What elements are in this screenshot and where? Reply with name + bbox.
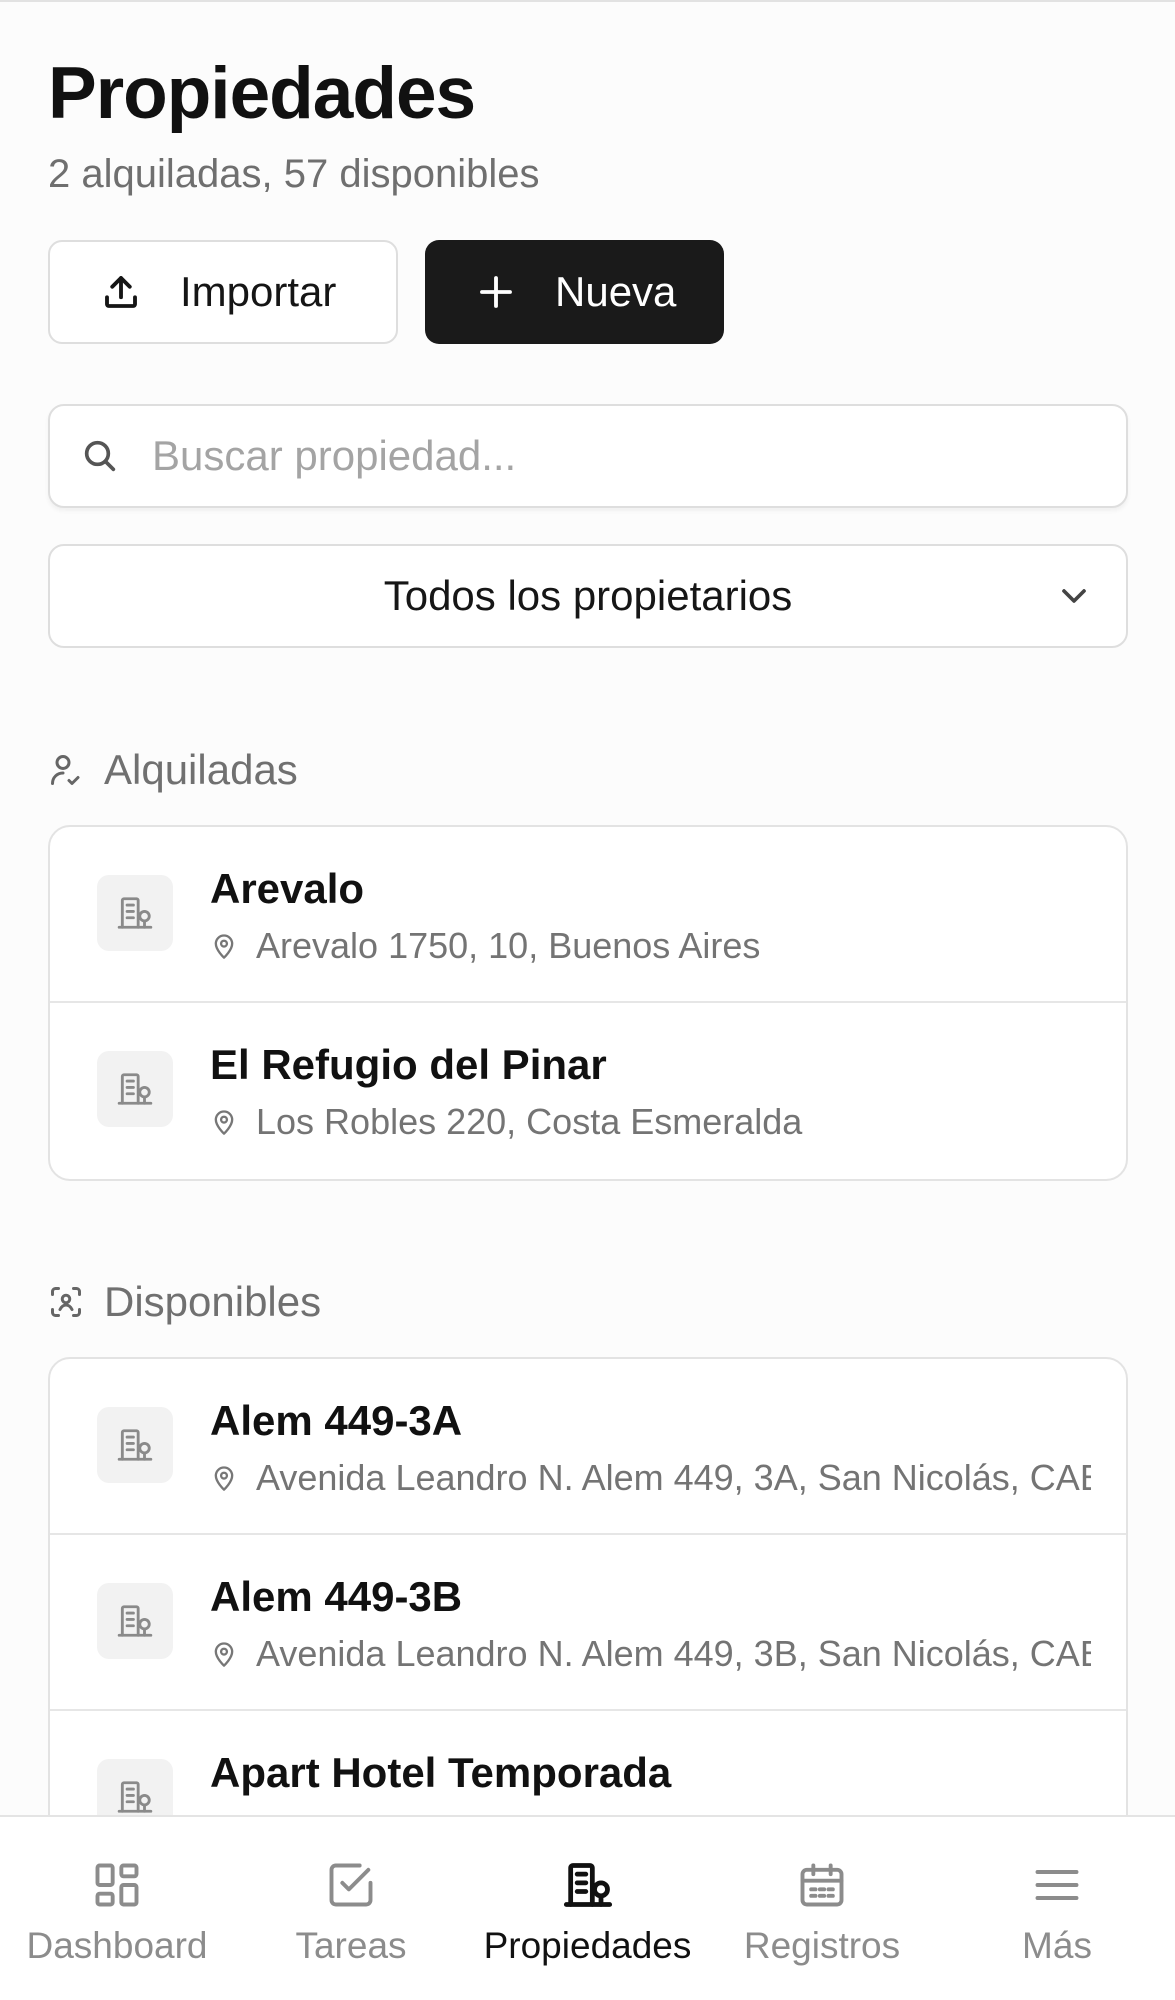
building-icon <box>97 1407 173 1483</box>
property-address-text: Avenida Leandro N. Alem 449, 3A, San Nic… <box>256 1457 1091 1498</box>
user-check-icon <box>48 752 84 788</box>
menu-icon <box>1031 1859 1083 1911</box>
property-row[interactable]: Arevalo Arevalo 1750, 10, Buenos Aires <box>50 827 1126 1003</box>
property-name: El Refugio del Pinar <box>210 1041 607 1088</box>
property-address-text: Avenida Leandro N. Alem 449, 3B, San Nic… <box>256 1633 1091 1674</box>
property-name: Apart Hotel Temporada <box>210 1749 672 1796</box>
nav-item-properties[interactable]: Propiedades <box>470 1817 705 2000</box>
top-divider <box>0 0 1175 2</box>
bottom-navigation: Dashboard Tareas Propiedades Registros M… <box>0 1815 1175 2000</box>
section-header-available: Disponibles <box>48 1278 321 1326</box>
property-address: Arevalo 1750, 10, Buenos Aires <box>210 925 1126 967</box>
nav-label: Más <box>1022 1925 1092 1966</box>
property-name: Alem 449-3A <box>210 1397 463 1444</box>
rented-properties-list: Arevalo Arevalo 1750, 10, Buenos Aires E… <box>48 825 1128 1181</box>
building-icon <box>97 1583 173 1659</box>
page-subtitle: 2 alquiladas, 57 disponibles <box>48 152 540 196</box>
nav-label: Registros <box>743 1925 901 1966</box>
new-property-button[interactable]: Nueva <box>425 240 724 344</box>
calendar-icon <box>796 1859 848 1911</box>
available-properties-list: Alem 449-3A Avenida Leandro N. Alem 449,… <box>48 1357 1128 1877</box>
property-address-text: Arevalo 1750, 10, Buenos Aires <box>256 925 761 966</box>
property-address: Avenida Leandro N. Alem 449, 3B, San Nic… <box>210 1633 1126 1675</box>
nav-item-dashboard[interactable]: Dashboard <box>17 1817 217 2000</box>
property-name: Arevalo <box>210 865 365 912</box>
nav-item-more[interactable]: Más <box>957 1817 1157 2000</box>
section-title-rented: Alquiladas <box>104 746 298 793</box>
location-pin-icon <box>210 1640 238 1668</box>
dashboard-icon <box>91 1859 143 1911</box>
property-address: Los Robles 220, Costa Esmeralda <box>210 1101 1126 1143</box>
upload-icon <box>100 271 142 313</box>
section-header-rented: Alquiladas <box>48 746 298 794</box>
building-icon <box>562 1859 614 1911</box>
nav-label: Tareas <box>295 1925 407 1966</box>
property-row[interactable]: Alem 449-3B Avenida Leandro N. Alem 449,… <box>50 1535 1126 1711</box>
nav-item-records[interactable]: Registros <box>722 1817 922 2000</box>
location-pin-icon <box>210 1464 238 1492</box>
section-title-available: Disponibles <box>104 1278 322 1325</box>
property-row[interactable]: Alem 449-3A Avenida Leandro N. Alem 449,… <box>50 1359 1126 1535</box>
location-pin-icon <box>210 1108 238 1136</box>
location-pin-icon <box>210 932 238 960</box>
property-name: Alem 449-3B <box>210 1573 463 1620</box>
checkbox-icon <box>325 1859 377 1911</box>
property-address: Avenida Leandro N. Alem 449, 3A, San Nic… <box>210 1457 1126 1499</box>
page-title: Propiedades <box>48 53 476 134</box>
owner-filter-value: Todos los propietarios <box>383 572 793 619</box>
nav-label: Propiedades <box>483 1925 692 1966</box>
search-input[interactable] <box>152 432 1052 480</box>
owner-filter-select[interactable]: Todos los propietarios <box>48 544 1128 648</box>
search-icon <box>80 436 120 476</box>
nav-label: Dashboard <box>26 1925 208 1966</box>
new-property-button-label: Nueva <box>555 268 677 315</box>
chevron-down-icon <box>1054 576 1094 616</box>
scan-user-icon <box>48 1284 84 1320</box>
building-icon <box>97 1051 173 1127</box>
property-address-text: Los Robles 220, Costa Esmeralda <box>256 1101 803 1142</box>
nav-item-tasks[interactable]: Tareas <box>251 1817 451 2000</box>
import-button[interactable]: Importar <box>48 240 398 344</box>
import-button-label: Importar <box>180 268 337 315</box>
building-icon <box>97 875 173 951</box>
plus-icon <box>475 271 517 313</box>
search-field[interactable] <box>48 404 1128 508</box>
property-row[interactable]: El Refugio del Pinar Los Robles 220, Cos… <box>50 1003 1126 1179</box>
